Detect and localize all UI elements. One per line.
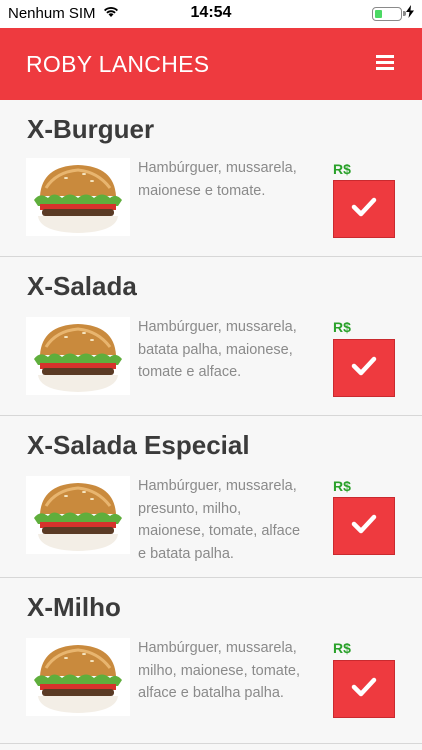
list-item: X-Salada Especial Hambúrguer, mussarela,… [0,416,422,578]
status-bar: Nenhum SIM 14:54 [0,0,422,28]
item-price: R$ [333,161,351,177]
item-title: X-Salada Especial [27,430,250,460]
status-time: 14:54 [190,4,232,21]
item-price: R$ [333,478,351,494]
select-item-button[interactable] [333,180,395,238]
item-description: Hambúrguer, mussarela, presunto, milho, … [138,478,301,562]
app-title: ROBY LANCHES [26,51,210,77]
check-icon [351,677,377,702]
item-title: X-Salada [27,271,137,301]
item-description: Hambúrguer, mussarela, batata palha, mai… [138,319,297,380]
burger-image [26,476,130,554]
item-description: Hambúrguer, mussarela, maionese e tomate… [138,160,297,199]
menu-list: X-Burguer Hambúrguer, mussarela, maiones… [0,100,422,744]
battery-indicator [372,5,414,23]
item-description: Hambúrguer, mussarela, milho, maionese, … [138,640,300,701]
list-item: X-Burguer Hambúrguer, mussarela, maiones… [0,100,422,257]
item-title: X-Burguer [27,114,155,144]
burger-image [26,638,130,716]
select-item-button[interactable] [333,497,395,555]
charging-bolt-icon [406,5,414,23]
item-title: X-Milho [27,592,121,622]
hamburger-menu-icon[interactable] [376,55,396,73]
check-icon [351,197,377,222]
battery-icon [372,7,406,21]
item-price: R$ [333,319,351,335]
list-item: X-Milho Hambúrguer, mussarela, milho, ma… [0,578,422,744]
burger-image [26,317,130,395]
select-item-button[interactable] [333,660,395,718]
burger-image [26,158,130,236]
list-item: X-Salada Hambúrguer, mussarela, batata p… [0,257,422,416]
item-price: R$ [333,640,351,656]
check-icon [351,356,377,381]
select-item-button[interactable] [333,339,395,397]
check-icon [351,514,377,539]
app-header: ROBY LANCHES [0,28,422,100]
